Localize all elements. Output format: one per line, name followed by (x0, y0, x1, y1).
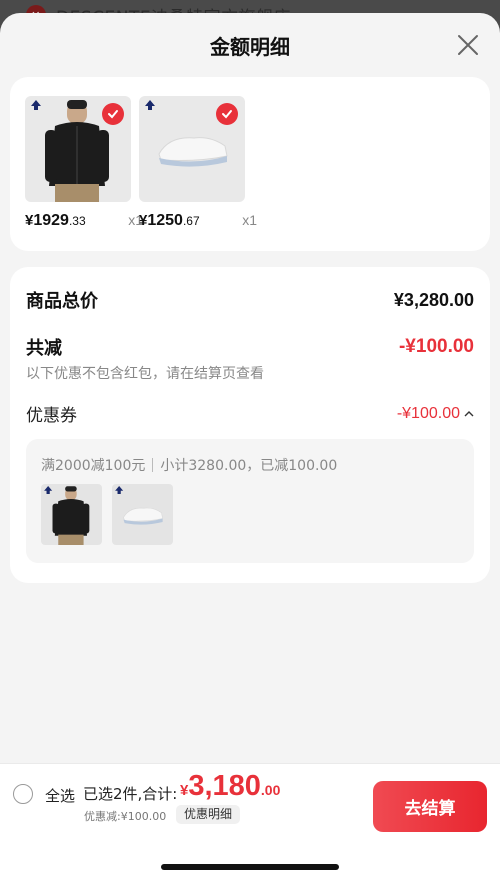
total-integer: 3,180 (188, 770, 261, 802)
divider (152, 458, 154, 472)
product-price: ¥ 1250 .67 x1 (139, 212, 257, 230)
coupon-product-thumbnail (41, 484, 102, 545)
total-decimal: .00 (260, 782, 281, 798)
price-detail-sheet: 金额明细 ¥ 1929 .33 x1 ¥ 1250 .67 x1 商品总价 ¥3… (0, 13, 500, 880)
product-item[interactable]: ¥ 1250 .67 x1 (139, 96, 257, 230)
product-price: ¥ 1929 .33 x1 (25, 212, 143, 230)
product-thumbnail (139, 96, 245, 202)
price-symbol: ¥ (25, 212, 34, 229)
product-quantity: x1 (242, 212, 257, 228)
coupon-detail-box: 满2000减100元 小计3280.00，已减100.00 (26, 439, 474, 563)
total-price: ¥ 3,180 .00 (180, 770, 280, 803)
product-thumbnail (25, 96, 131, 202)
product-item[interactable]: ¥ 1929 .33 x1 (25, 96, 143, 230)
coupon-value-wrap: -¥100.00 (397, 405, 474, 423)
coupon-value: -¥100.00 (396, 404, 460, 422)
select-all-label[interactable]: 全选 (45, 785, 75, 806)
price-decimal: .67 (182, 214, 200, 228)
selected-count-label: 已选2件,合计: (83, 785, 178, 803)
discount-row: 共减 -¥100.00 (26, 334, 474, 360)
price-summary-card: 商品总价 ¥3,280.00 共减 -¥100.00 以下优惠不包含红包，请在结… (10, 267, 490, 583)
checkout-bar: 全选 已选2件,合计: ¥ 3,180 .00 优惠减:¥100.00 优惠明细… (0, 763, 500, 880)
total-symbol: ¥ (180, 782, 189, 799)
discount-note: 优惠减:¥100.00 (84, 810, 167, 823)
coupon-rule: 满2000减100元 (41, 458, 146, 474)
coupon-row[interactable]: 优惠券 -¥100.00 (26, 401, 474, 426)
jacket-image (44, 485, 90, 545)
price-symbol: ¥ (139, 212, 148, 229)
sneaker-image (115, 485, 163, 525)
price-integer: 1929 (33, 212, 69, 229)
discount-value: -¥100.00 (398, 336, 474, 357)
close-icon (458, 35, 478, 55)
discount-label: 共减 (26, 338, 62, 359)
selected-products-card: ¥ 1929 .33 x1 ¥ 1250 .67 x1 (10, 77, 490, 251)
discount-detail-button[interactable]: 优惠明细 (176, 805, 241, 824)
coupon-description: 满2000减100元 小计3280.00，已减100.00 (41, 455, 337, 475)
home-indicator (161, 864, 339, 870)
discount-hint: 以下优惠不包含红包，请在结算页查看 (26, 366, 264, 382)
subtotal-value: ¥3,280.00 (393, 289, 474, 310)
checkout-button[interactable]: 去结算 (373, 781, 487, 832)
close-button[interactable] (456, 33, 480, 57)
coupon-label: 优惠券 (26, 406, 77, 426)
price-integer: 1250 (147, 212, 183, 229)
coupon-product-thumbnail (112, 484, 173, 545)
subtotal-row: 商品总价 ¥3,280.00 (26, 287, 474, 313)
chevron-up-icon[interactable] (464, 410, 474, 418)
sheet-title: 金额明细 (210, 35, 290, 59)
select-all-radio[interactable] (13, 784, 33, 804)
selected-check-icon[interactable] (102, 103, 124, 125)
selected-check-icon[interactable] (216, 103, 238, 125)
subtotal-label: 商品总价 (26, 291, 98, 312)
coupon-subtotal: 小计3280.00，已减100.00 (160, 458, 338, 474)
price-decimal: .33 (68, 214, 86, 228)
